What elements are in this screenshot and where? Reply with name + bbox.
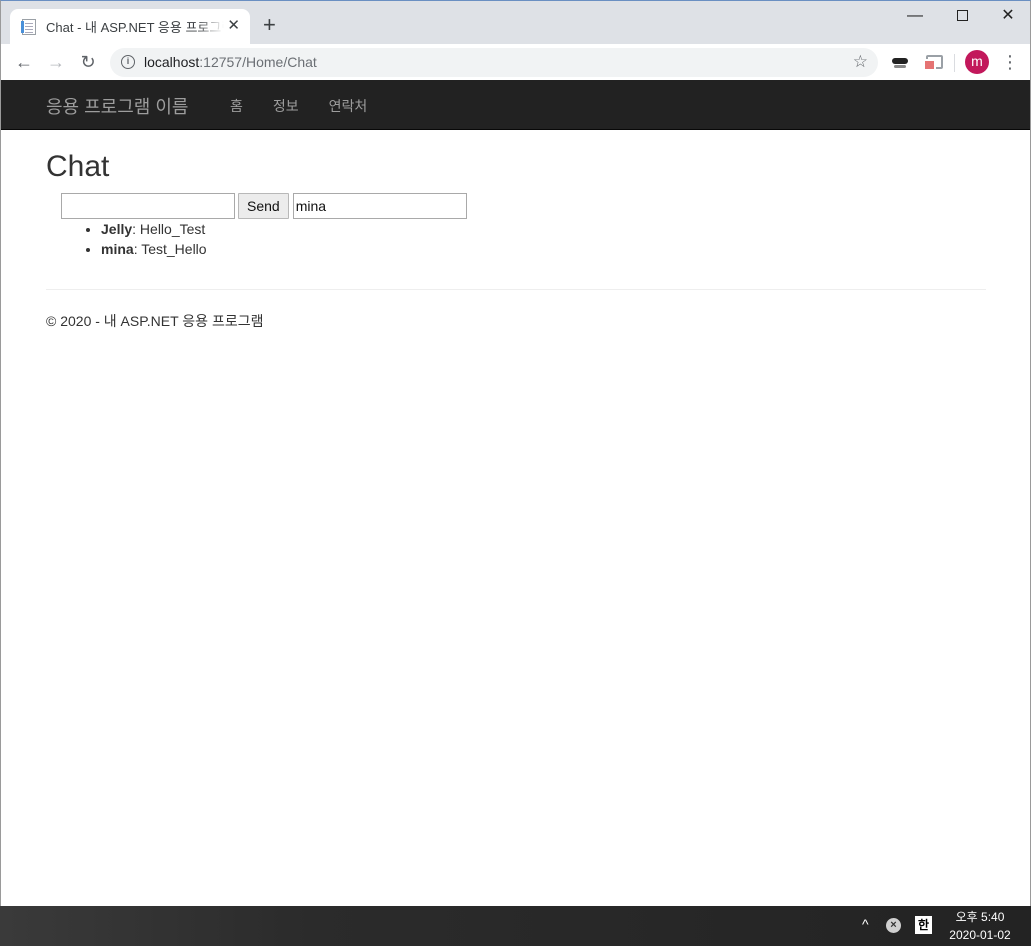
page-content: 응용 프로그램 이름 홈 정보 연락처 Chat Send Jelly: Hel… bbox=[1, 80, 1030, 906]
message-user: Jelly bbox=[101, 221, 133, 237]
nav-link-about[interactable]: 정보 bbox=[273, 96, 299, 116]
profile-avatar[interactable]: m bbox=[965, 50, 989, 74]
message-text: : Hello_Test bbox=[132, 221, 206, 237]
list-item: Jelly: Hello_Test bbox=[101, 219, 207, 239]
tray-expand-icon[interactable]: ^ bbox=[862, 916, 869, 932]
footer-divider bbox=[46, 289, 986, 290]
browser-tab-chat[interactable]: Chat - 내 ASP.NET 응용 프로그램 ✕ bbox=[10, 9, 250, 44]
forward-button[interactable]: → bbox=[44, 50, 68, 74]
bookmark-star-icon[interactable]: ☆ bbox=[853, 52, 868, 72]
network-disconnected-icon[interactable]: × bbox=[886, 918, 901, 933]
nav-link-home[interactable]: 홈 bbox=[230, 96, 243, 116]
system-clock[interactable]: 오후 5:40 2020-01-02 bbox=[940, 908, 1020, 944]
window-minimize-button[interactable]: — bbox=[892, 5, 938, 27]
message-input[interactable] bbox=[61, 193, 235, 219]
incognito-glasses-icon[interactable] bbox=[891, 53, 909, 71]
url-host: localhost bbox=[144, 54, 200, 70]
message-user: mina bbox=[101, 241, 134, 257]
ime-hangul-icon[interactable]: 한 bbox=[915, 916, 932, 934]
window-close-button[interactable]: ✕ bbox=[985, 5, 1031, 27]
browser-toolbar: ← → ↻ i localhost:12757/Home/Chat ☆ m ⋮ bbox=[1, 44, 1030, 81]
document-icon bbox=[21, 18, 36, 35]
window-maximize-button[interactable] bbox=[939, 5, 985, 28]
message-text: : Test_Hello bbox=[133, 241, 207, 257]
url-text[interactable]: localhost:12757/Home/Chat bbox=[144, 54, 317, 70]
message-list: Jelly: Hello_Test mina: Test_Hello bbox=[101, 219, 207, 259]
clock-time: 오후 5:40 bbox=[955, 910, 1005, 924]
cast-icon[interactable] bbox=[923, 52, 943, 71]
send-button[interactable]: Send bbox=[238, 193, 289, 219]
tab-title: Chat - 내 ASP.NET 응용 프로그램 bbox=[46, 20, 224, 35]
new-tab-button[interactable]: + bbox=[263, 14, 276, 36]
url-path: :12757/Home/Chat bbox=[199, 54, 317, 70]
tab-strip: Chat - 내 ASP.NET 응용 프로그램 ✕ + — ✕ bbox=[1, 1, 1030, 44]
nav-link-contact[interactable]: 연락처 bbox=[329, 96, 368, 116]
footer-text: © 2020 - 내 ASP.NET 응용 프로그램 bbox=[46, 313, 264, 329]
list-item: mina: Test_Hello bbox=[101, 239, 207, 259]
reload-button[interactable]: ↻ bbox=[76, 50, 100, 74]
back-button[interactable]: ← bbox=[12, 50, 36, 74]
maximize-icon bbox=[956, 10, 968, 21]
tab-close-icon[interactable]: ✕ bbox=[227, 18, 240, 34]
site-navbar: 응용 프로그램 이름 홈 정보 연락처 bbox=[1, 80, 1030, 130]
navbar-brand[interactable]: 응용 프로그램 이름 bbox=[46, 93, 188, 119]
toolbar-divider bbox=[954, 54, 955, 72]
browser-menu-icon[interactable]: ⋮ bbox=[1001, 50, 1019, 74]
taskbar: ^ × 한 오후 5:40 2020-01-02 bbox=[0, 906, 1031, 946]
clock-date: 2020-01-02 bbox=[949, 928, 1011, 942]
address-bar[interactable]: i localhost:12757/Home/Chat ☆ bbox=[110, 48, 878, 77]
navbar-links: 홈 정보 연락처 bbox=[230, 96, 397, 116]
display-name-input[interactable] bbox=[292, 193, 467, 219]
site-info-icon[interactable]: i bbox=[121, 55, 135, 69]
chat-form: Send bbox=[61, 193, 467, 219]
page-title: Chat bbox=[46, 150, 110, 183]
